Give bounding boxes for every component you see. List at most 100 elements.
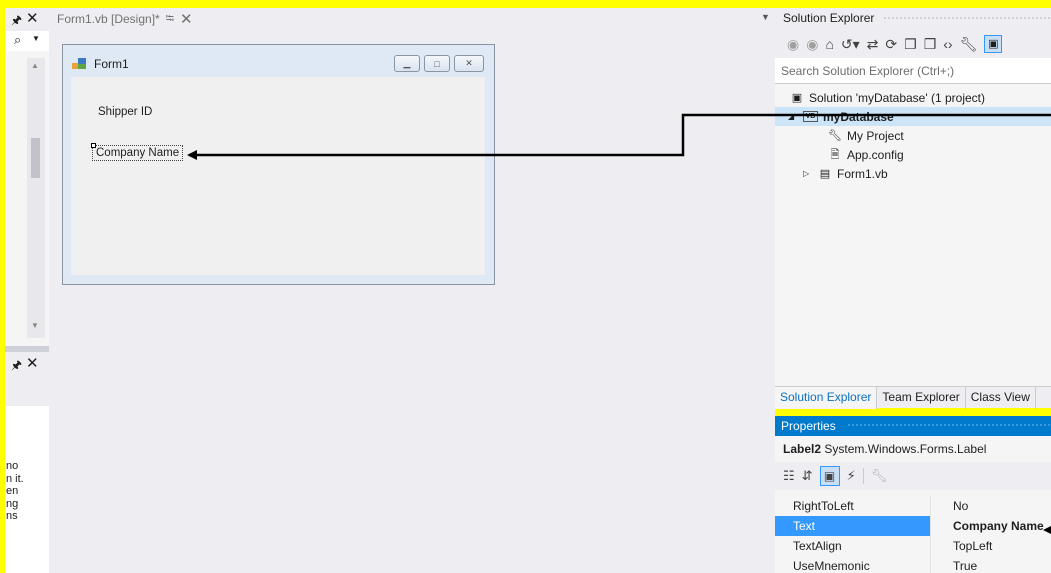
search-placeholder: Search Solution Explorer (Ctrl+;)	[781, 64, 955, 78]
history-icon[interactable]: ↺▾	[841, 36, 860, 53]
properties-icon[interactable]: ▣	[819, 466, 840, 486]
view-designer-icon[interactable]: ▣	[984, 35, 1003, 53]
pin-tab-icon[interactable]: ⭾	[166, 10, 174, 29]
property-row-text[interactable]: Text Company Name	[775, 516, 1051, 536]
scroll-thumb[interactable]	[31, 138, 40, 178]
property-name: TextAlign	[793, 539, 842, 553]
title-grip	[883, 16, 1051, 21]
close-icon[interactable]: ✕	[26, 9, 39, 27]
property-grid: RightToLeft No Text Company Name TextAli…	[775, 496, 1051, 573]
solution-explorer-title: Solution Explorer	[783, 11, 875, 25]
search-icon[interactable]: ⌕	[14, 32, 21, 48]
object-type: System.Windows.Forms.Label	[824, 442, 987, 456]
left-panel-header: 🖈︎ ✕	[5, 8, 49, 30]
chevron-down-icon[interactable]: ▼	[32, 34, 40, 43]
form-file-icon: ▤	[819, 167, 831, 180]
truncated-description: no n it. en ng ns	[6, 460, 46, 523]
tree-item-label: My Project	[847, 128, 904, 143]
description-line: ns	[6, 510, 18, 522]
tree-item-my-project[interactable]: 🔧︎ My Project	[828, 126, 904, 145]
form-window[interactable]: Form1 ▁ □ ✕ Shipper ID Company Name	[62, 44, 495, 285]
shipper-id-label[interactable]: Shipper ID	[98, 106, 152, 118]
left-panel-search[interactable]: ⌕ ▼	[5, 31, 49, 51]
form-designer: Form1.vb [Design]* ⭾ ✕ Form1 ▁ □ ✕ Shipp…	[49, 8, 775, 573]
property-pages-icon[interactable]: 🔧︎	[871, 468, 888, 484]
back-icon[interactable]: ◉	[787, 36, 799, 53]
close-tab-icon[interactable]: ✕	[180, 10, 193, 28]
tree-item-form1[interactable]: ▷ ▤ Form1.vb	[803, 164, 888, 183]
company-name-text: Company Name	[96, 147, 180, 159]
tab-team-explorer[interactable]: Team Explorer	[877, 386, 966, 409]
scroll-up-icon[interactable]: ▲	[31, 61, 39, 70]
tab-form1-design[interactable]: Form1.vb [Design]* ⭾ ✕	[57, 9, 193, 29]
description-line: en	[6, 485, 19, 497]
property-name: Text	[775, 516, 930, 536]
properties-title: Properties	[781, 419, 836, 433]
collapse-all-icon[interactable]: ❐	[904, 36, 917, 53]
explorer-tabs: Solution Explorer Team Explorer Class Vi…	[775, 386, 1051, 409]
form-title: Form1	[94, 57, 129, 71]
property-row[interactable]: UseMnemonic True	[775, 556, 1051, 573]
tab-label[interactable]: Form1.vb [Design]*	[57, 12, 160, 26]
properties-panel: Properties Label2 System.Windows.Forms.L…	[775, 416, 1051, 573]
form-client-area[interactable]: Shipper ID Company Name	[71, 77, 485, 275]
home-icon[interactable]: ⌂	[825, 36, 833, 52]
left-panel-body-2: no n it. en ng ns	[5, 406, 49, 573]
left-panel-scrollbar[interactable]: ▲ ▼	[27, 58, 45, 338]
left-panel-header-2: 🖈︎ ✕	[5, 352, 49, 374]
refresh-icon[interactable]: ⟳	[885, 36, 897, 53]
solution-search-input[interactable]: Search Solution Explorer (Ctrl+;)	[775, 58, 1051, 84]
properties-wrench-icon[interactable]: 🔧︎	[960, 36, 978, 53]
left-tool-panel: 🖈︎ ✕ ⌕ ▼ ▲ ▼ 🖈︎ ✕ no n it. en ng ns	[5, 8, 49, 573]
scroll-down-icon[interactable]: ▼	[31, 321, 39, 330]
solution-explorer-panel: ▼ Solution Explorer ◉ ◉ ⌂ ↺▾ ⇄ ⟳ ❐ ❒ ‹› …	[761, 8, 1051, 409]
show-all-files-icon[interactable]: ❒	[924, 36, 937, 53]
maximize-icon[interactable]: □	[424, 55, 450, 72]
vb-project-icon: VB	[803, 111, 818, 122]
object-selector[interactable]: Label2 System.Windows.Forms.Label	[775, 436, 1051, 462]
close-window-icon[interactable]: ✕	[454, 55, 484, 72]
pin-icon[interactable]: 🖈︎	[11, 11, 22, 32]
forward-icon[interactable]: ◉	[806, 36, 818, 53]
tree-item-app-config[interactable]: 🗎︎ App.config	[828, 145, 904, 164]
description-line: ng	[6, 497, 19, 510]
minimize-icon[interactable]: ▁	[394, 55, 420, 72]
tree-item-label: Solution 'myDatabase' (1 project)	[809, 90, 985, 105]
property-row[interactable]: TextAlign TopLeft	[775, 536, 1051, 556]
company-name-label[interactable]: Company Name	[91, 143, 184, 161]
title-grip	[847, 423, 1051, 428]
solution-icon: ▣	[791, 91, 803, 104]
categorized-icon[interactable]: ☷	[783, 468, 795, 484]
property-name: RightToLeft	[793, 499, 854, 513]
property-name: UseMnemonic	[793, 559, 870, 573]
form-icon	[72, 58, 86, 69]
tree-item-project[interactable]: ◢ VB myDatabase	[775, 107, 1051, 126]
property-value[interactable]: TopLeft	[930, 536, 1051, 556]
pin-icon[interactable]: 🖈︎	[11, 356, 22, 377]
property-value[interactable]: No	[930, 496, 1051, 516]
selection-handle[interactable]	[91, 143, 96, 148]
tab-solution-explorer[interactable]: Solution Explorer	[775, 386, 878, 409]
properties-header: Properties	[775, 416, 1051, 436]
chevron-down-icon[interactable]: ▼	[761, 12, 770, 22]
properties-toolbar: ☷ ⇵ ▣ ⚡︎ 🔧︎	[775, 462, 1051, 490]
object-name: Label2	[783, 442, 822, 456]
expanded-arrow-icon[interactable]: ◢	[788, 112, 798, 121]
sync-icon[interactable]: ⇄	[867, 36, 879, 53]
alphabetical-icon[interactable]: ⇵	[802, 468, 813, 484]
collapsed-arrow-icon[interactable]: ▷	[803, 169, 813, 178]
tree-item-label: App.config	[847, 147, 904, 162]
close-icon[interactable]: ✕	[26, 354, 39, 372]
events-icon[interactable]: ⚡︎	[847, 468, 856, 484]
window-controls: ▁ □ ✕	[394, 55, 484, 72]
tree-item-solution[interactable]: ▣ Solution 'myDatabase' (1 project)	[790, 88, 985, 107]
tree-item-label: Form1.vb	[837, 166, 888, 181]
config-file-icon: 🗎︎	[830, 148, 840, 161]
tab-class-view[interactable]: Class View	[966, 386, 1036, 409]
property-value[interactable]: True	[930, 556, 1051, 573]
solution-explorer-header: ▼ Solution Explorer	[761, 8, 1051, 30]
wrench-icon: 🔧︎	[828, 129, 842, 142]
property-row[interactable]: RightToLeft No	[775, 496, 1051, 516]
view-code-icon[interactable]: ‹›	[943, 36, 952, 52]
property-value[interactable]: Company Name	[930, 516, 1051, 536]
